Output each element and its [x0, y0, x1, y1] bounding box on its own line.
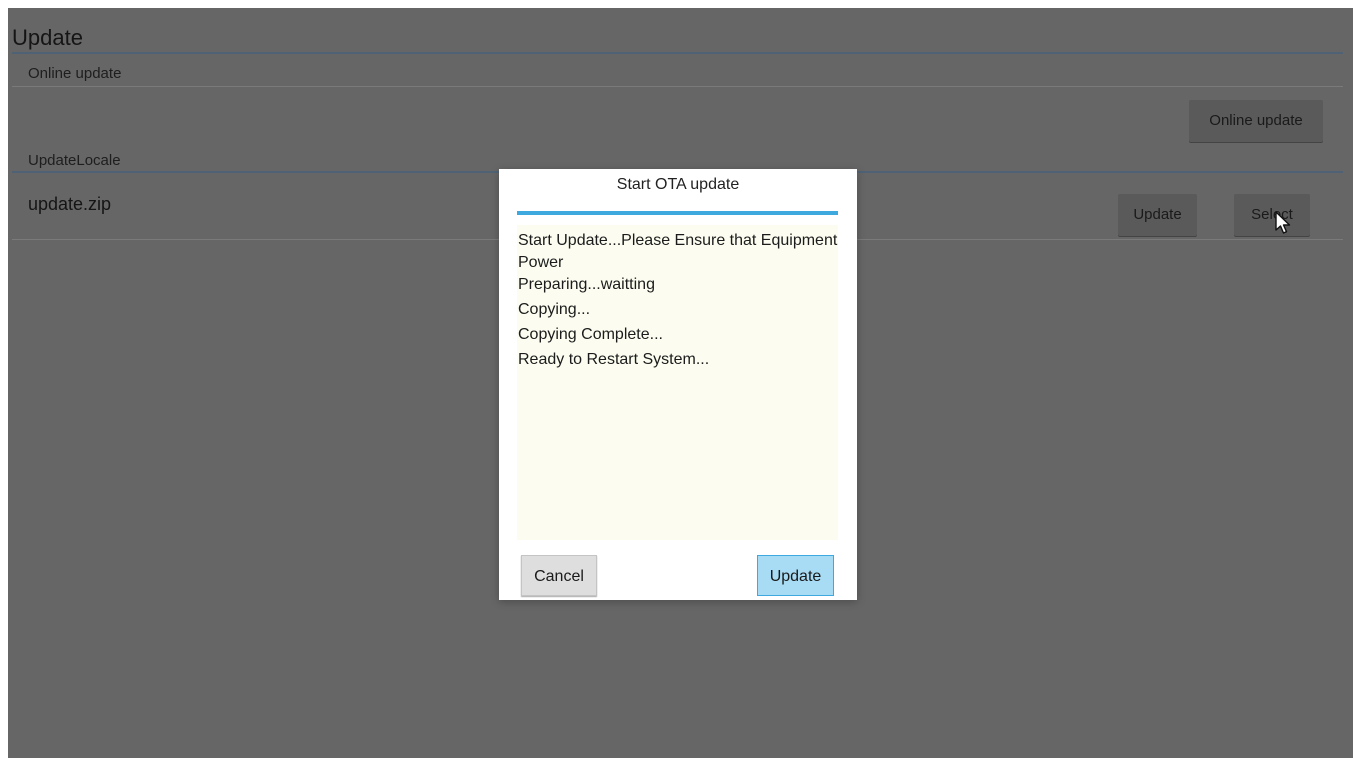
log-line: Ready to Restart System...: [518, 351, 710, 368]
online-update-section-label: Online update: [28, 65, 122, 82]
online-update-button[interactable]: Online update: [1189, 100, 1323, 142]
page-title: Update: [12, 25, 83, 50]
mouse-pointer-icon: [1275, 211, 1291, 234]
online-update-divider: [12, 86, 1343, 87]
title-divider: [12, 52, 1343, 54]
log-line: Preparing...waitting: [518, 276, 655, 293]
dialog-update-button[interactable]: Update: [757, 555, 834, 596]
dialog-title: Start OTA update: [616, 176, 740, 193]
local-update-button[interactable]: Update: [1118, 194, 1197, 236]
update-log: Start Update...Please Ensure that Equipm…: [517, 225, 838, 540]
select-file-button[interactable]: Select: [1234, 194, 1310, 236]
log-line: Copying...: [518, 301, 591, 318]
log-line: Start Update...Please Ensure that Equipm…: [518, 232, 838, 271]
log-line: Copying Complete...: [518, 326, 663, 343]
update-file-name: update.zip: [28, 194, 112, 214]
ota-update-dialog: Start OTA update Start Update...Please E…: [499, 169, 857, 600]
update-locale-section-label: UpdateLocale: [28, 152, 121, 169]
cancel-button[interactable]: Cancel: [521, 555, 597, 596]
dialog-title-divider: [517, 211, 838, 215]
